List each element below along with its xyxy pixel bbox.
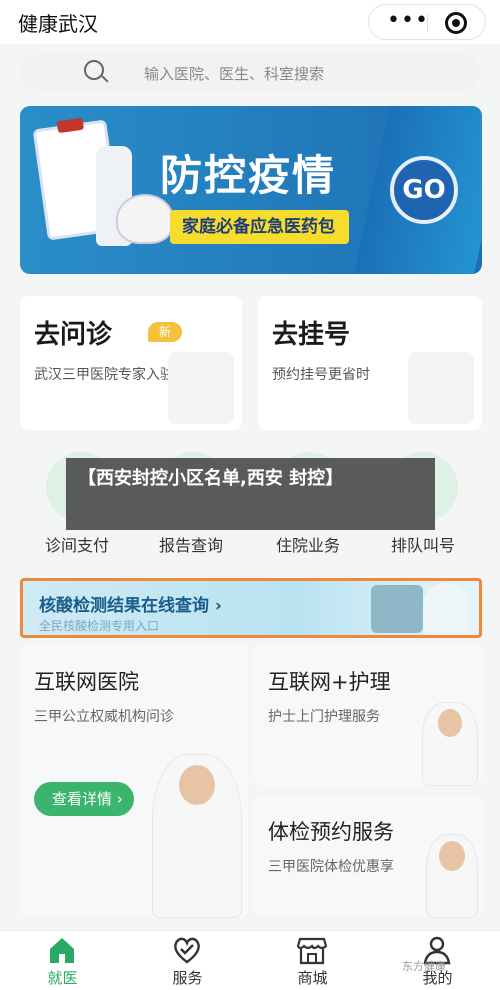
calendar-icon bbox=[408, 352, 474, 424]
heart-icon bbox=[174, 937, 200, 964]
tab-medical-label: 就医 bbox=[47, 969, 78, 987]
watermark: 东方健康 bbox=[402, 960, 446, 973]
tab-medical[interactable]: 就医 bbox=[0, 931, 125, 990]
register-title: 去挂号 bbox=[272, 320, 351, 350]
nucleic-test-banner[interactable]: 核酸检测结果在线查询 › 全民核酸检测专用入口 bbox=[20, 578, 482, 638]
checkup-title: 体检预约服务 bbox=[268, 820, 394, 844]
consult-title: 去问诊 bbox=[34, 320, 113, 350]
tab-services[interactable]: 服务 bbox=[125, 931, 250, 990]
search-icon bbox=[84, 60, 104, 80]
search-bar[interactable]: 输入医院、医生、科室搜索 bbox=[20, 54, 480, 90]
search-placeholder: 输入医院、医生、科室搜索 bbox=[144, 65, 325, 83]
tab-services-label: 服务 bbox=[172, 969, 203, 987]
microscope-icon bbox=[371, 585, 423, 633]
checkup-card[interactable]: 体检预约服务 三甲医院体检优惠享 bbox=[254, 794, 482, 918]
new-badge: 新 bbox=[148, 322, 182, 342]
close-icon[interactable] bbox=[445, 12, 467, 34]
mini-program-capsule: ••• bbox=[368, 4, 486, 40]
internet-hospital-title: 互联网医院 bbox=[34, 670, 139, 694]
banner-subtitle: 家庭必备应急医药包 bbox=[170, 210, 349, 244]
tab-mall[interactable]: 商城 bbox=[250, 931, 375, 990]
lightning-icon bbox=[168, 352, 234, 424]
nurse-photo bbox=[422, 702, 478, 786]
quick-link-payment[interactable]: 诊间支付 bbox=[27, 532, 127, 556]
test-banner-title: 核酸检测结果在线查询 › bbox=[39, 596, 222, 616]
shop-icon bbox=[296, 937, 328, 965]
view-details-button[interactable]: 查看详情 › bbox=[34, 782, 134, 816]
quick-link-inpatient[interactable]: 住院业务 bbox=[258, 532, 358, 556]
patient-photo bbox=[426, 834, 478, 918]
overlay-caption: 【西安封控小区名单,西安 封控】 bbox=[66, 458, 435, 530]
quick-link-queue[interactable]: 排队叫号 bbox=[373, 532, 473, 556]
test-banner-subtitle: 全民核酸检测专用入口 bbox=[39, 619, 160, 633]
nursing-card[interactable]: 互联网+护理 护士上门护理服务 bbox=[254, 644, 482, 786]
tab-mall-label: 商城 bbox=[297, 969, 328, 987]
nursing-subtitle: 护士上门护理服务 bbox=[268, 709, 380, 725]
more-icon[interactable]: ••• bbox=[387, 8, 429, 33]
quick-link-report[interactable]: 报告查询 bbox=[141, 532, 241, 556]
checkup-subtitle: 三甲医院体检优惠享 bbox=[268, 859, 394, 875]
capsule-divider bbox=[427, 14, 428, 32]
home-icon bbox=[50, 938, 74, 963]
nursing-title: 互联网+护理 bbox=[268, 670, 391, 694]
banner-title: 防控疫情 bbox=[160, 151, 337, 200]
doctor-photo bbox=[152, 754, 242, 918]
register-subtitle: 预约挂号更省时 bbox=[272, 367, 370, 383]
consult-card[interactable]: 去问诊 新 武汉三甲医院专家入驻 bbox=[20, 296, 242, 430]
internet-hospital-card[interactable]: 互联网医院 三甲公立权威机构问诊 查看详情 › bbox=[20, 644, 248, 918]
register-card[interactable]: 去挂号 预约挂号更省时 bbox=[258, 296, 482, 430]
epidemic-banner[interactable]: 防控疫情 家庭必备应急医药包 GO bbox=[20, 106, 482, 274]
internet-hospital-subtitle: 三甲公立权威机构问诊 bbox=[34, 709, 174, 725]
consult-subtitle: 武汉三甲医院专家入驻 bbox=[34, 367, 174, 383]
app-title: 健康武汉 bbox=[18, 12, 98, 36]
go-button[interactable]: GO bbox=[390, 156, 458, 224]
top-bar: 健康武汉 ••• bbox=[0, 0, 500, 44]
doctor-figure bbox=[423, 583, 469, 635]
